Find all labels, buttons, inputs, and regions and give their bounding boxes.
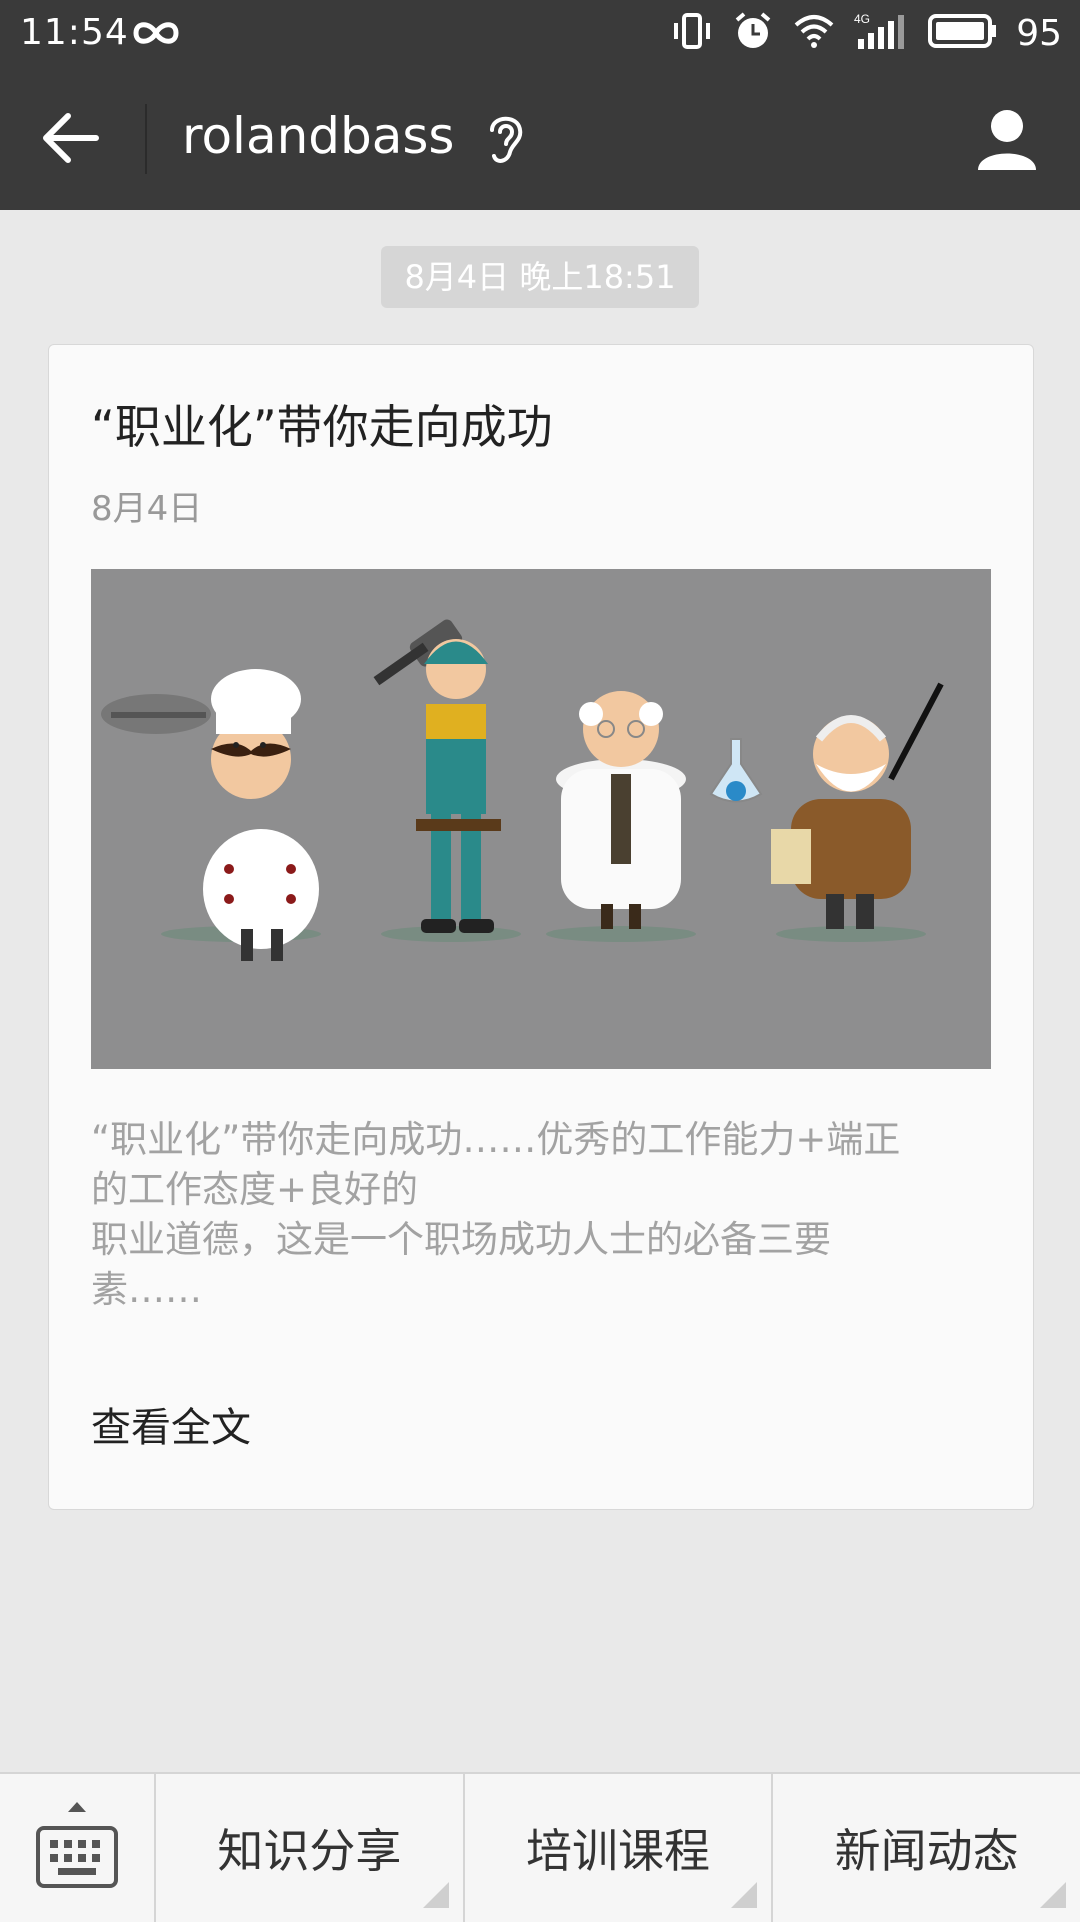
title-bar: rolandbass xyxy=(0,66,1080,210)
article-summary: “职业化”带你走向成功……优秀的工作能力+端正 的工作态度+良好的 职业道德，这… xyxy=(91,1115,991,1315)
infinity-icon xyxy=(130,14,182,56)
status-icons: 4G 95 xyxy=(670,10,1062,56)
earpiece-mode-icon xyxy=(480,108,530,172)
menu-label: 知识分享 xyxy=(217,1824,402,1878)
page-title: rolandbass xyxy=(182,107,455,165)
menu-news[interactable]: 新闻动态 xyxy=(773,1774,1080,1922)
summary-line: “职业化”带你走向成功……优秀的工作能力+端正 xyxy=(91,1118,901,1161)
chat-timestamp: 8月4日 晚上18:51 xyxy=(381,246,699,308)
submenu-indicator-icon xyxy=(731,1882,758,1908)
status-time: 11:54 xyxy=(20,12,129,53)
summary-line: 职业道德，这是一个职场成功人士的必备三要 xyxy=(91,1218,831,1261)
back-arrow-icon xyxy=(43,113,99,163)
bottom-menu-bar: 知识分享 培训课程 新闻动态 xyxy=(0,1772,1080,1922)
submenu-indicator-icon xyxy=(422,1882,449,1908)
back-button[interactable] xyxy=(40,110,100,166)
status-bar: 11:54 4G 95 xyxy=(0,0,1080,66)
profile-button[interactable] xyxy=(972,104,1042,174)
keyboard-icon xyxy=(36,1826,118,1888)
battery-icon xyxy=(928,13,998,53)
menu-training-courses[interactable]: 培训课程 xyxy=(465,1774,774,1922)
menu-label: 新闻动态 xyxy=(834,1824,1019,1878)
wifi-icon xyxy=(792,13,836,53)
chevron-up-icon xyxy=(68,1802,86,1812)
battery-level: 95 xyxy=(1016,12,1062,54)
article-title: “职业化”带你走向成功 xyxy=(91,400,553,454)
summary-line: 的工作态度+良好的 xyxy=(91,1168,419,1211)
article-date: 8月4日 xyxy=(91,489,203,529)
signal-icon: 4G xyxy=(854,11,910,55)
keyboard-toggle-button[interactable] xyxy=(0,1774,156,1922)
read-full-article-link[interactable]: 查看全文 xyxy=(91,1395,251,1453)
menu-knowledge-share[interactable]: 知识分享 xyxy=(156,1774,465,1922)
vibrate-icon xyxy=(670,11,714,55)
title-divider xyxy=(145,104,147,174)
submenu-indicator-icon xyxy=(1040,1882,1067,1908)
svg-text:4G: 4G xyxy=(854,12,870,26)
article-card[interactable]: “职业化”带你走向成功 8月4日 “职业化”带你走向成功……优秀的工作能力+端正… xyxy=(48,344,1034,1510)
alarm-icon xyxy=(732,10,774,56)
article-cover-image xyxy=(91,569,991,1069)
menu-label: 培训课程 xyxy=(526,1824,710,1878)
summary-line: 素…… xyxy=(91,1268,202,1311)
person-icon xyxy=(978,110,1036,170)
